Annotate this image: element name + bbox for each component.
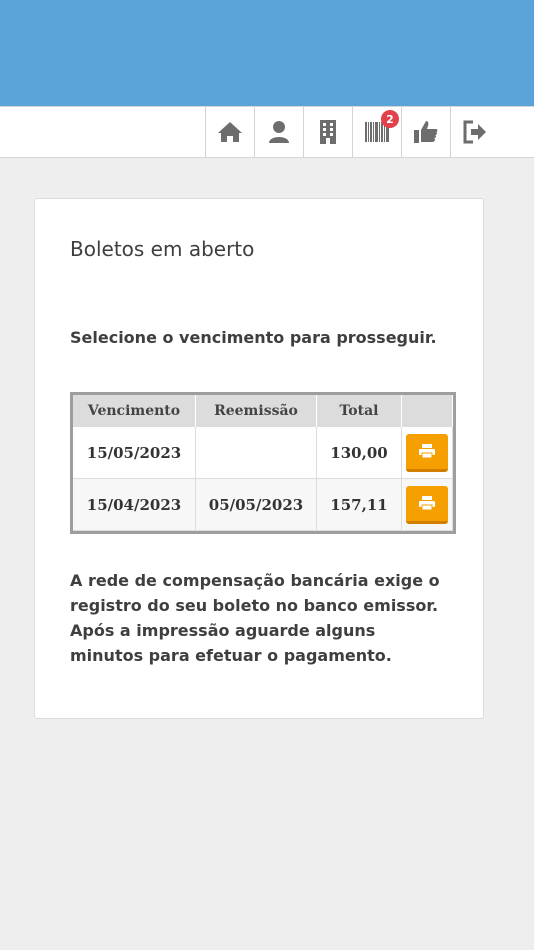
nav-thumbs-up-button[interactable] <box>401 107 450 157</box>
nav-barcode-button[interactable]: 2 <box>352 107 401 157</box>
user-icon <box>269 121 289 143</box>
instruction-text: Selecione o vencimento para prosseguir. <box>70 328 437 347</box>
nav-building-button[interactable] <box>303 107 352 157</box>
card-title: Boletos em aberto <box>70 237 255 261</box>
nav-home-button[interactable] <box>205 107 254 157</box>
cell-action <box>401 478 453 531</box>
notification-badge: 2 <box>381 110 399 128</box>
header-total: Total <box>316 395 402 427</box>
cell-total: 157,11 <box>316 478 402 531</box>
boletos-table: Vencimento Reemissão Total 15/05/2023 13… <box>73 395 453 531</box>
header-action <box>401 395 453 427</box>
home-icon <box>218 122 242 142</box>
nav-toolbar: 2 <box>0 106 534 158</box>
payment-notice-text: A rede de compensação bancária exige o r… <box>70 571 440 665</box>
building-icon <box>320 120 336 144</box>
cell-action <box>401 427 453 479</box>
printer-icon <box>419 496 435 511</box>
cell-reemissao: 05/05/2023 <box>195 478 317 531</box>
header-vencimento: Vencimento <box>73 395 196 427</box>
cell-total: 130,00 <box>316 427 402 479</box>
boletos-table-wrapper: Vencimento Reemissão Total 15/05/2023 13… <box>70 392 456 534</box>
nav-icon-group: 2 <box>205 107 499 157</box>
nav-logout-button[interactable] <box>450 107 499 157</box>
top-header-bar <box>0 0 534 106</box>
printer-icon <box>419 444 435 459</box>
table-row[interactable]: 15/05/2023 130,00 <box>73 427 453 479</box>
print-button[interactable] <box>406 433 448 472</box>
table-row[interactable]: 15/04/2023 05/05/2023 157,11 <box>73 478 453 531</box>
table-header-row: Vencimento Reemissão Total <box>73 395 453 427</box>
logout-icon <box>463 120 486 144</box>
cell-reemissao <box>195 427 317 479</box>
open-boletos-card: Boletos em aberto Selecione o vencimento… <box>34 198 484 719</box>
nav-user-button[interactable] <box>254 107 303 157</box>
header-reemissao: Reemissão <box>195 395 317 427</box>
cell-vencimento: 15/05/2023 <box>73 427 196 479</box>
thumbs-up-icon <box>414 121 438 143</box>
cell-vencimento: 15/04/2023 <box>73 478 196 531</box>
print-button[interactable] <box>406 485 448 524</box>
